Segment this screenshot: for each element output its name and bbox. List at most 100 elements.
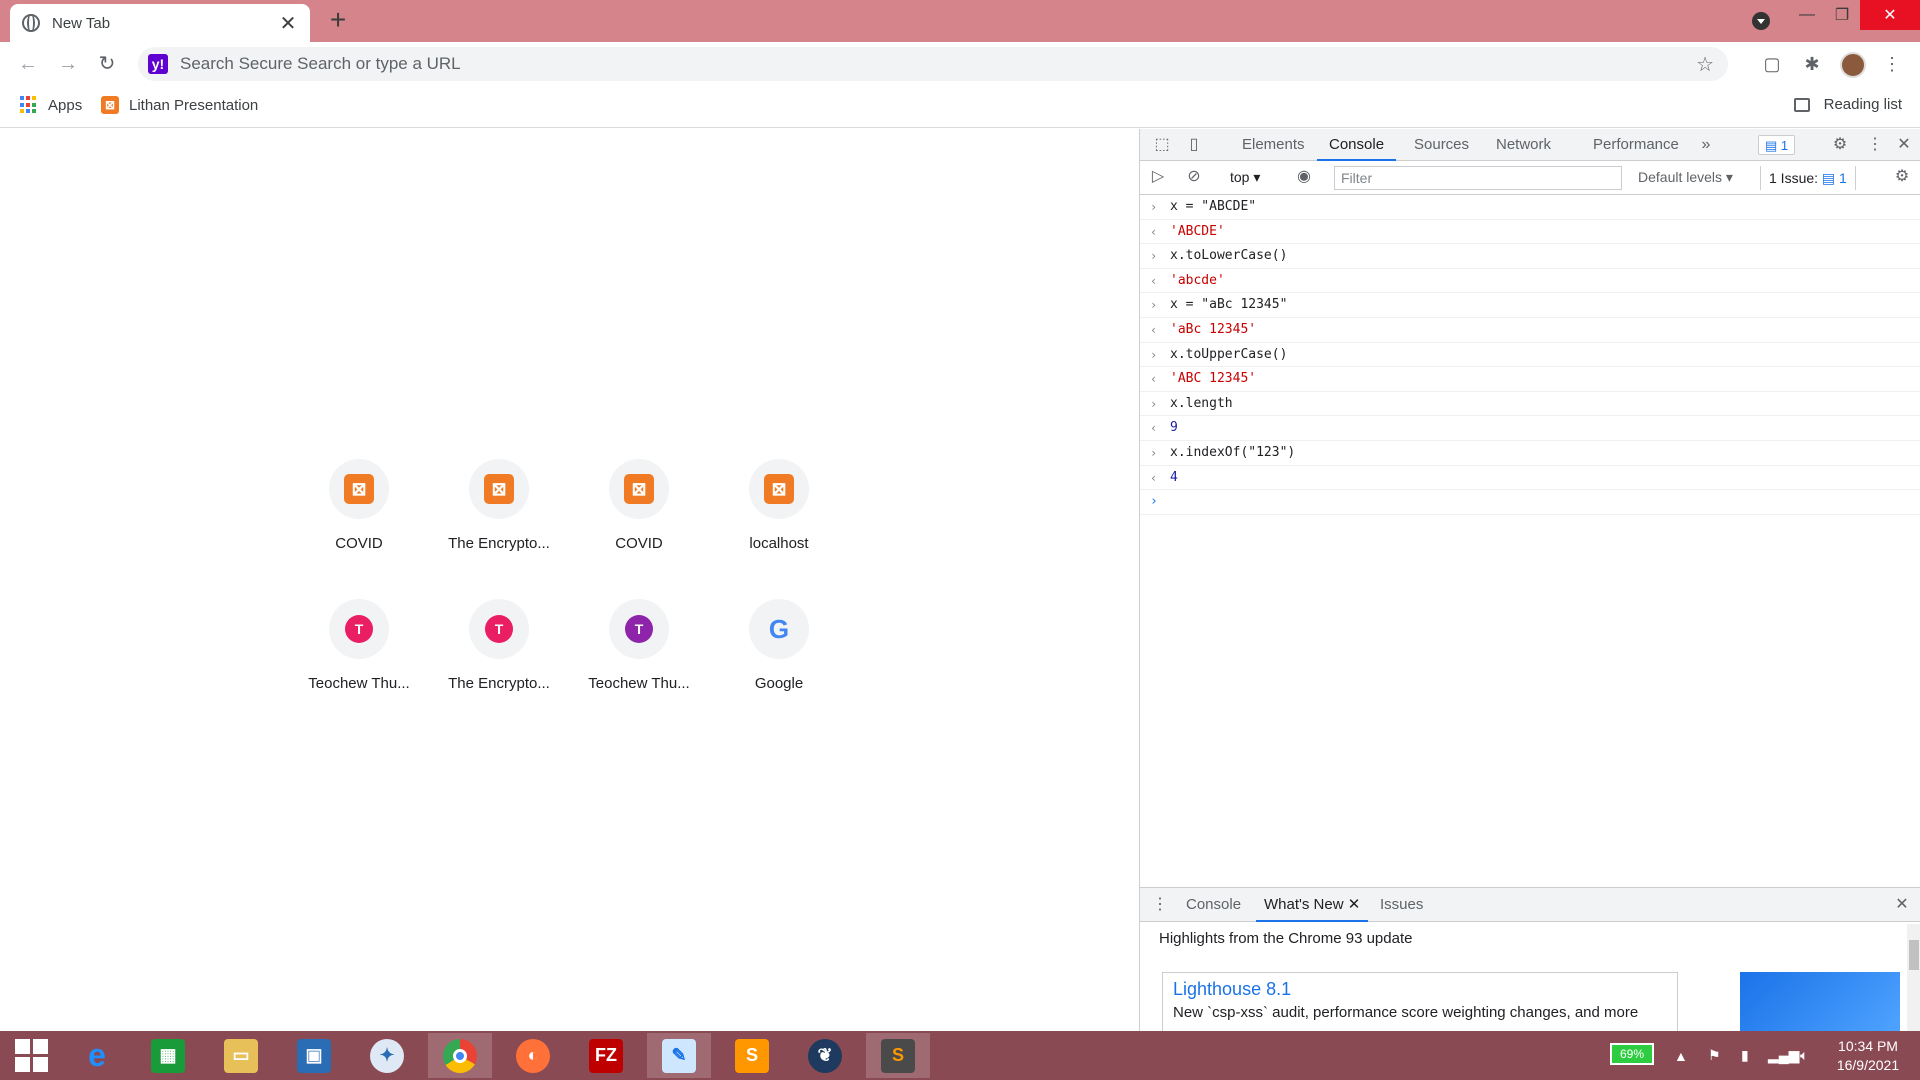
tab-search-icon[interactable]	[1752, 12, 1770, 30]
console-text: x = "aBc 12345"	[1170, 297, 1288, 313]
compass-icon: ✦	[370, 1038, 404, 1073]
shortcut-tile[interactable]: T Teochew Thu...	[583, 587, 695, 707]
settings-gear-icon[interactable]: ⚙	[1830, 135, 1850, 155]
taskbar-filezilla[interactable]: FZ	[574, 1033, 638, 1078]
bookmark-lithan[interactable]: ⊠ Lithan Presentation	[101, 96, 258, 114]
tray-chevron-icon[interactable]: ▲	[1674, 1031, 1688, 1080]
issues-badge[interactable]: ▤ 1	[1758, 135, 1796, 155]
drawer-close-icon[interactable]: ✕	[1892, 895, 1912, 915]
taskbar-explorer[interactable]: ▭	[209, 1033, 273, 1078]
card-title[interactable]: Lighthouse 8.1	[1173, 979, 1667, 1000]
battery-icon[interactable]: ▮	[1741, 1031, 1749, 1080]
drawer-tab-whats-new[interactable]: What's New ✕	[1256, 888, 1369, 922]
shortcut-icon-wrap: G	[749, 599, 809, 659]
shortcut-tile[interactable]: T The Encrypto...	[443, 587, 555, 707]
issues-button[interactable]: 1 Issue: ▤ 1	[1760, 166, 1856, 190]
forward-icon[interactable]: →	[54, 50, 82, 78]
menu-kebab-icon[interactable]: ⋮	[1880, 52, 1904, 76]
taskbar-desktop[interactable]: ▣	[282, 1033, 346, 1078]
shortcut-tile[interactable]: ⊠ localhost	[723, 447, 835, 567]
console-output-line: ‹ 'ABCDE'	[1140, 220, 1920, 245]
shortcut-tile[interactable]: ⊠ The Encrypto...	[443, 447, 555, 567]
close-icon[interactable]: ✕	[1348, 896, 1361, 913]
extension-icon[interactable]: ▢	[1760, 52, 1784, 76]
taskbar-store[interactable]: ▦	[136, 1033, 200, 1078]
taskbar-tree-app[interactable]: ❦	[793, 1033, 857, 1078]
context-selector[interactable]: top ▾	[1230, 169, 1260, 186]
console-settings-icon[interactable]: ⚙	[1892, 167, 1912, 187]
start-button[interactable]	[0, 1033, 64, 1078]
taskbar-firefox[interactable]: ◐	[501, 1033, 565, 1078]
drawer-menu-icon[interactable]: ⋮	[1150, 895, 1170, 915]
taskbar-chrome[interactable]	[428, 1033, 492, 1078]
live-expression-eye-icon[interactable]: ◉	[1294, 167, 1314, 187]
shortcut-label: Teochew Thu...	[588, 675, 690, 692]
shortcut-tile[interactable]: T Teochew Thu...	[303, 587, 415, 707]
tab-network[interactable]: Network	[1484, 129, 1563, 161]
taskbar-ie[interactable]: e	[65, 1033, 129, 1078]
chevron-right-icon: ›	[1150, 445, 1158, 460]
tab-title: New Tab	[52, 14, 111, 32]
taskbar-safari[interactable]: ✦	[355, 1033, 419, 1078]
bookmark-apps[interactable]: Apps	[20, 96, 82, 114]
inspect-element-icon[interactable]: ⬚	[1152, 135, 1172, 155]
shortcut-icon-wrap: T	[609, 599, 669, 659]
prompt-chevron-icon: ›	[1150, 494, 1158, 510]
devtools-panel: ⬚ ▯ Elements Console Sources Network Per…	[1139, 129, 1920, 1042]
tab-elements[interactable]: Elements	[1230, 129, 1317, 161]
battery-indicator[interactable]: 69%	[1610, 1043, 1654, 1065]
whats-new-image	[1740, 972, 1900, 1032]
clear-console-icon[interactable]: ⊘	[1184, 167, 1204, 187]
puzzle-icon[interactable]: ✱	[1800, 52, 1824, 76]
flag-icon[interactable]: ⚑	[1708, 1031, 1721, 1080]
console-output-line: ‹ 9	[1140, 416, 1920, 441]
volume-icon[interactable]: 🔈︎	[1800, 1031, 1808, 1080]
shortcut-tile[interactable]: ⊠ COVID	[583, 447, 695, 567]
tab-performance[interactable]: Performance	[1581, 129, 1691, 161]
devtools-close-icon[interactable]: ✕	[1894, 135, 1914, 155]
console-text: 9	[1170, 420, 1178, 436]
devtools-tabbar: ⬚ ▯ Elements Console Sources Network Per…	[1140, 129, 1920, 161]
devtools-menu-icon[interactable]: ⋮	[1865, 135, 1885, 155]
drawer-tab-issues[interactable]: Issues	[1372, 888, 1431, 922]
tab-sources[interactable]: Sources	[1402, 129, 1481, 161]
device-toolbar-icon[interactable]: ▯	[1184, 135, 1204, 155]
address-bar[interactable]: y! Search Secure Search or type a URL ☆	[138, 47, 1728, 81]
drawer-scrollbar-thumb[interactable]	[1909, 940, 1919, 970]
console-text: 'ABCDE'	[1170, 223, 1225, 239]
taskbar-sublime[interactable]: S	[720, 1033, 784, 1078]
tab-new-tab[interactable]: New Tab ✕	[10, 4, 310, 42]
avatar[interactable]	[1840, 52, 1866, 78]
console-prompt[interactable]: ›	[1140, 490, 1920, 515]
drawer-tab-console[interactable]: Console	[1178, 888, 1249, 922]
bookmark-star-icon[interactable]: ☆	[1696, 52, 1714, 77]
chevron-right-icon: ›	[1150, 396, 1158, 411]
back-icon[interactable]: ←	[14, 50, 42, 78]
console-filter-input[interactable]: Filter	[1334, 166, 1622, 190]
reload-icon[interactable]: ↻	[93, 50, 121, 78]
reading-list-label: Reading list	[1823, 96, 1902, 113]
sidebar-toggle-icon[interactable]: ▷	[1148, 167, 1168, 187]
internet-explorer-icon: e	[88, 1037, 106, 1073]
return-arrow-icon: ‹	[1150, 273, 1158, 288]
tab-close-button[interactable]: ✕	[278, 11, 298, 36]
shortcut-tile[interactable]: G Google	[723, 587, 835, 707]
taskbar-sublime-2[interactable]: S	[866, 1033, 930, 1078]
window-close-button[interactable]: ✕	[1860, 0, 1920, 30]
network-signal-icon[interactable]: ▂▄▆	[1768, 1031, 1799, 1080]
shortcut-label: localhost	[749, 535, 809, 552]
new-tab-button[interactable]: +	[324, 6, 352, 34]
console-text: 4	[1170, 469, 1178, 485]
restore-button[interactable]: ❐	[1822, 0, 1862, 30]
taskbar-quill[interactable]: ✎	[647, 1033, 711, 1078]
shortcut-tile[interactable]: ⊠ COVID	[303, 447, 415, 567]
shortcut-label: Teochew Thu...	[308, 675, 410, 692]
monitor-icon: ▣	[297, 1038, 331, 1073]
more-tabs-icon[interactable]: »	[1696, 135, 1716, 155]
log-levels-dropdown[interactable]: Default levels ▾	[1638, 169, 1733, 186]
system-clock[interactable]: 10:34 PM 16/9/2021	[1828, 1037, 1908, 1075]
tab-console[interactable]: Console	[1317, 129, 1397, 161]
minimize-button[interactable]: —	[1787, 0, 1827, 30]
console-text: 'abcde'	[1170, 272, 1225, 288]
reading-list[interactable]: Reading list	[1793, 96, 1902, 113]
